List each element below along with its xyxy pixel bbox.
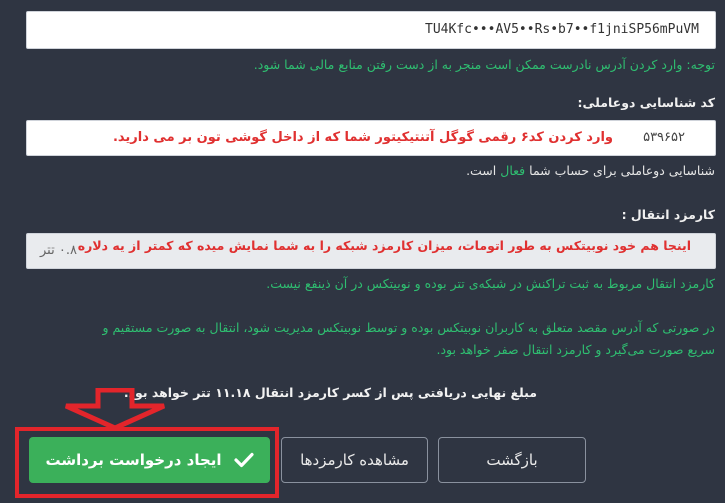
back-label: بازگشت [486, 451, 538, 469]
fee-annotation: اینجا هم خود نوبیتکس به طور اتومات، میزا… [77, 238, 691, 253]
fee-field: ۰.۸ تتر اینجا هم خود نوبیتکس به طور اتوم… [26, 233, 716, 269]
two-factor-annotation: وارد کردن کد۶ رقمی گوگل آتنتیکیتور شما ک… [112, 130, 613, 145]
two-factor-label: کد شناسایی دوعاملی: [577, 95, 715, 110]
final-amount-text: مبلغ نهایی دریافتی پس از کسر کارمزد انتق… [123, 385, 537, 400]
view-fees-button[interactable]: مشاهده کارمزدها [281, 437, 428, 483]
two-factor-input[interactable]: ۵۳۹۶۵۲ وارد کردن کد۶ رقمی گوگل آتنتیکیتو… [26, 120, 716, 156]
view-fees-label: مشاهده کارمزدها [300, 451, 409, 469]
two-factor-help-prefix: شناسایی دوعاملی برای حساب شما [529, 163, 715, 178]
fee-value: ۰.۸ تتر [40, 243, 77, 258]
create-withdrawal-label: ایجاد درخواست برداشت [45, 451, 222, 469]
wallet-address-field[interactable]: TU4Kfc•••AV5••Rs•b7••f1jniSP56mPuVM [26, 11, 716, 49]
fee-help: کارمزد انتقال مربوط به ثبت تراکنش در شبک… [266, 276, 715, 291]
check-icon [233, 452, 254, 468]
two-factor-help: شناسایی دوعاملی برای حساب شما فعال است. [466, 163, 715, 178]
fee-label: کارمزد انتقال : [621, 207, 715, 222]
down-arrow-icon [64, 388, 166, 430]
two-factor-help-suffix: است. [466, 163, 497, 178]
address-warning-note: توجه: وارد کردن آدرس نادرست ممکن است منج… [253, 57, 715, 72]
back-button[interactable]: بازگشت [438, 437, 586, 483]
internal-transfer-note-line2: سریع صورت می‌گیرد و کارمزد انتقال صفر خو… [436, 342, 715, 357]
two-factor-status: فعال [500, 163, 526, 178]
internal-transfer-note-line1: در صورتی که آدرس مقصد متعلق به کاربران ن… [102, 320, 715, 335]
wallet-address-value: TU4Kfc•••AV5••Rs•b7••f1jniSP56mPuVM [425, 22, 699, 37]
two-factor-value: ۵۳۹۶۵۲ [643, 130, 685, 145]
create-withdrawal-button[interactable]: ایجاد درخواست برداشت [29, 437, 270, 483]
